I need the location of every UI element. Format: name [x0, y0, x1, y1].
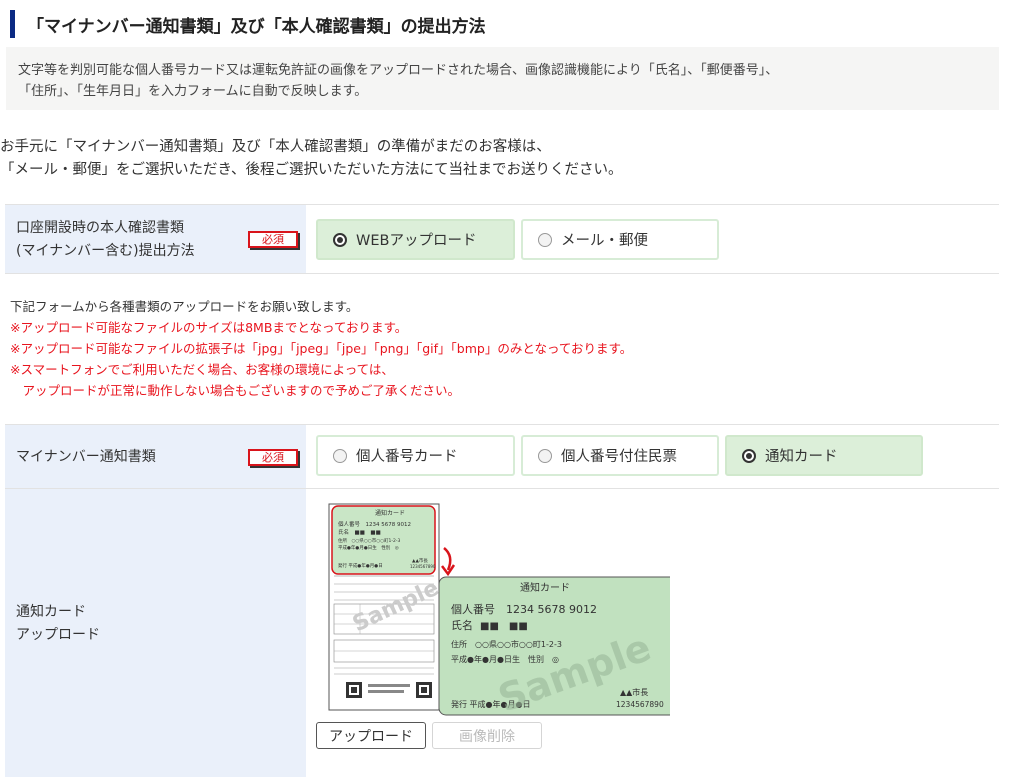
upload-label-line: 通知カード: [16, 604, 86, 620]
card-serial: 1234567890: [616, 700, 664, 709]
card-address: 住所 ○○県○○市○○町1-2-3: [451, 639, 562, 649]
curved-arrow-icon: [443, 547, 452, 571]
option-label: メール・郵便: [561, 233, 648, 249]
option-label: WEBアップロード: [356, 233, 477, 249]
info-line: 「住所」、「生年月日」を入力フォームに自動で反映します。: [18, 84, 368, 99]
radio-unchecked-icon[interactable]: [333, 448, 347, 463]
mini-card: 通知カード 個人番号 1234 5678 9012 氏名 ■■ ■■ 住所 ○○…: [331, 505, 436, 575]
mini-card-number: 個人番号 1234 5678 9012: [338, 520, 411, 528]
intro-line: 「メール・郵便」をご選択いただき、後程ご選択いただいた方法にて当社までお送りくだ…: [0, 162, 623, 178]
card-title: 通知カード: [520, 581, 570, 594]
radio-unchecked-icon[interactable]: [538, 448, 552, 463]
intro-line: お手元に「マイナンバー通知書類」及び「本人確認書類」の準備がまだのお客様は、: [0, 139, 551, 155]
required-badge: 必須: [248, 231, 298, 248]
card-name-label: 氏名: [451, 618, 473, 632]
section-title-text: 「マイナンバー通知書類」及び「本人確認書類」の提出方法: [27, 16, 486, 37]
submission-label-line: 口座開設時の本人確認書類: [16, 220, 184, 236]
mini-card-issued: 発行 平成●年●月●日: [338, 562, 383, 569]
submission-label: 口座開設時の本人確認書類 (マイナンバー含む)提出方法: [16, 217, 195, 263]
option-individual-number-card[interactable]: 個人番号カード: [316, 435, 515, 476]
intro-text: お手元に「マイナンバー通知書類」及び「本人確認書類」の準備がまだのお客様は、 「…: [0, 136, 622, 182]
mynumber-label: マイナンバー通知書類: [16, 449, 156, 465]
card-number-label: 個人番号: [451, 603, 495, 616]
mini-card-serial: 1234567890: [410, 564, 436, 569]
submission-label-line: (マイナンバー含む)提出方法: [16, 243, 195, 259]
upload-button[interactable]: アップロード: [316, 722, 426, 749]
mynumber-doc-row: マイナンバー通知書類 必須 個人番号カード 個人番号付住民票 通知カード: [5, 424, 999, 488]
radio-checked-icon[interactable]: [742, 448, 756, 463]
enlarged-card: 通知カード 個人番号 1234 5678 9012 氏名 ■■ ■■ 住所 ○○…: [438, 576, 670, 718]
upload-label-line: アップロード: [16, 627, 100, 643]
option-web-upload[interactable]: WEBアップロード: [316, 219, 515, 260]
info-line: 文字等を判別可能な個人番号カード又は運転免許証の画像をアップロードされた場合、画…: [18, 63, 779, 78]
mini-card-name: 氏名 ■■ ■■: [338, 528, 381, 536]
mini-card-address: 住所 ○○県○○市○○町1-2-3: [338, 537, 401, 544]
note-red: ※アップロード可能なファイルの拡張子は「jpg」「jpeg」「jpe」「png」…: [10, 341, 633, 356]
option-notification-card[interactable]: 通知カード: [725, 435, 923, 476]
radio-unchecked-icon[interactable]: [538, 232, 552, 247]
mini-card-mayor: ▲▲市長: [412, 557, 428, 564]
note-red: ※アップロード可能なファイルのサイズは8MBまでとなっております。: [10, 320, 408, 335]
option-label: 個人番号付住民票: [561, 449, 677, 465]
mini-card-title: 通知カード: [375, 509, 405, 517]
card-mayor: ▲▲市長: [620, 687, 648, 697]
upload-notes: 下記フォームから各種書類のアップロードをお願い致します。 ※アップロード可能なフ…: [10, 296, 632, 401]
title-accent-bar: [10, 10, 15, 38]
option-label: 個人番号カード: [356, 449, 458, 465]
radio-checked-icon[interactable]: [333, 232, 347, 247]
note-normal: 下記フォームから各種書類のアップロードをお願い致します。: [10, 299, 359, 314]
option-label: 通知カード: [765, 449, 838, 465]
sample-notification-card-image: Sample 通知カード 個人番号 1234 5678 9012 氏名 ■■ ■…: [328, 503, 670, 718]
card-name-value: ■■ ■■: [480, 621, 528, 632]
note-red: アップロードが正常に動作しない場合もございますので予めご了承ください。: [10, 383, 461, 398]
card-number: 1234 5678 9012: [506, 603, 597, 616]
section-title: 「マイナンバー通知書類」及び「本人確認書類」の提出方法: [10, 10, 486, 38]
upload-label: 通知カード アップロード: [16, 601, 100, 647]
mini-card-birth: 平成●年●月●日生 性別 ◎: [338, 544, 399, 551]
option-mail-post[interactable]: メール・郵便: [521, 219, 719, 260]
delete-image-button[interactable]: 画像削除: [432, 722, 542, 749]
info-box: 文字等を判別可能な個人番号カード又は運転免許証の画像をアップロードされた場合、画…: [6, 47, 999, 110]
required-badge: 必須: [248, 449, 298, 466]
note-red: ※スマートフォンでご利用いただく場合、お客様の環境によっては、: [10, 362, 394, 377]
option-resident-record[interactable]: 個人番号付住民票: [521, 435, 719, 476]
submission-method-row: 口座開設時の本人確認書類 (マイナンバー含む)提出方法 必須 WEBアップロード…: [5, 204, 999, 274]
